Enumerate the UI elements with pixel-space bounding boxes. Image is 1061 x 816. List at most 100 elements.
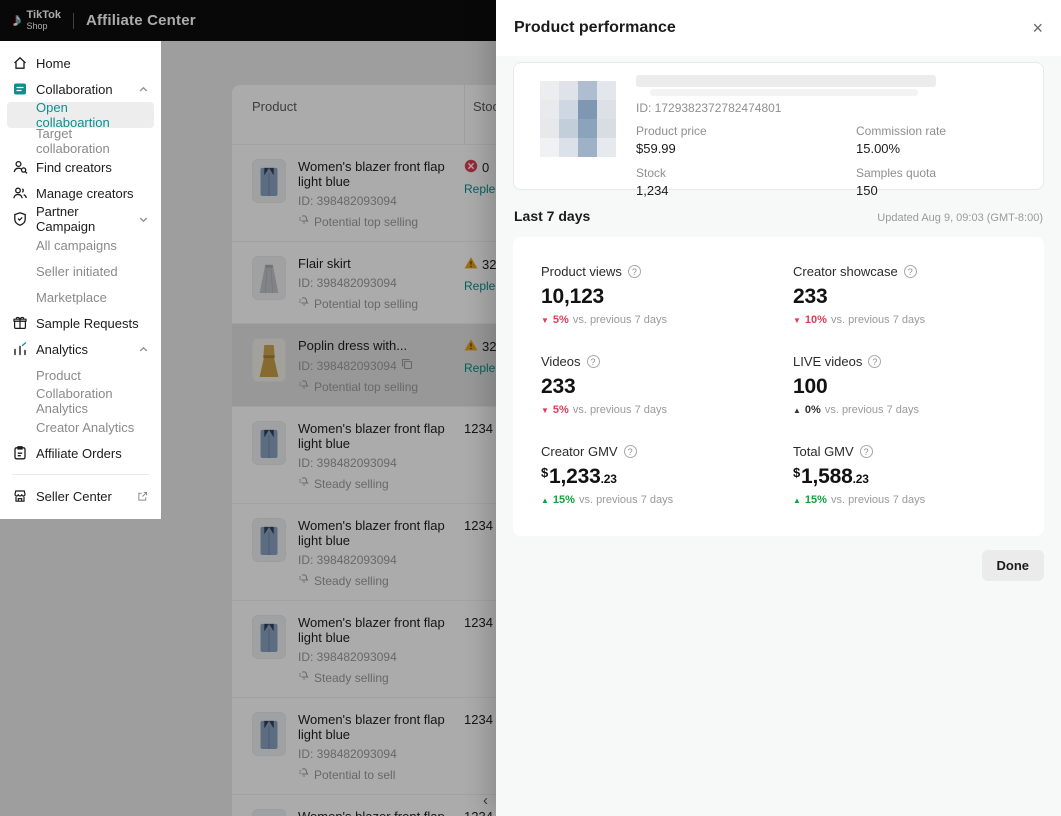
metric-value: 233: [541, 375, 793, 399]
delta-suffix: vs. previous 7 days: [831, 494, 925, 506]
product-image-blurred: [540, 81, 616, 157]
metric-label-row: Videos?: [541, 354, 793, 369]
metric-total-gmv: Total GMV? $1,588.23 ▲ 15% vs. previous 7 da…: [793, 444, 1044, 506]
sidebar-item-collaboration[interactable]: Collaboration: [0, 76, 161, 102]
sidebar-item-manage-creators[interactable]: Manage creators: [0, 180, 161, 206]
collaboration-icon: [12, 81, 28, 97]
sidebar-item-label: Analytics: [36, 342, 88, 357]
metric-label: Videos: [541, 354, 581, 369]
metric-delta: ▼5%vs. previous 7 days: [541, 314, 793, 326]
field-commission-rate: Commission rate 15.00%: [856, 125, 1029, 156]
period-row: Last 7 days Updated Aug 9, 09:03 (GMT-8:…: [514, 208, 1043, 224]
sidebar-item-collaboration-analytics[interactable]: Collaboration Analytics: [0, 388, 161, 414]
app-root: ♪ TikTok Shop Affiliate Center Product S…: [0, 0, 1061, 816]
trend-down-icon: ▼: [541, 316, 549, 325]
delta-value: 5%: [553, 314, 569, 326]
delta-value: 0%: [805, 404, 821, 416]
metric-label-row: LIVE videos?: [793, 354, 1044, 369]
delta-suffix: vs. previous 7 days: [831, 314, 925, 326]
chevron-up-icon[interactable]: [138, 84, 149, 95]
sidebar-item-label: Product: [36, 368, 81, 383]
sidebar-item-affiliate-orders[interactable]: Affiliate Orders: [0, 440, 161, 466]
metric-value: 100: [793, 375, 1044, 399]
orders-icon: [12, 445, 28, 461]
metric-live-videos: LIVE videos? 100 ▲ 0% vs. previous 7 days: [793, 354, 1044, 416]
sidebar-item-label: Find creators: [36, 160, 112, 175]
metric-value: 233: [793, 285, 1044, 309]
help-icon[interactable]: ?: [587, 355, 600, 368]
sidebar-item-label: Creator Analytics: [36, 420, 134, 435]
metric-creator-gmv: Creator GMV?$1,233.23▲15%vs. previous 7 …: [541, 444, 793, 506]
find-icon: [12, 159, 28, 175]
cents: .23: [601, 472, 617, 486]
metric-delta: ▼10%vs. previous 7 days: [793, 314, 1044, 326]
chevron-up-icon[interactable]: [138, 344, 149, 355]
cents: .23: [853, 472, 869, 486]
sidebar-item-open-collaboartion[interactable]: Open collaboartion: [7, 102, 154, 128]
trend-down-icon: ▼: [793, 316, 801, 325]
product-title-skeleton: [636, 75, 936, 87]
product-id: ID: 1729382372782474801: [636, 101, 1029, 115]
metric-label-row: Creator GMV?: [541, 444, 793, 459]
sidebar-item-label: Sample Requests: [36, 316, 139, 331]
trend-up-icon: ▲: [793, 406, 801, 415]
sidebar-item-label: Seller Center: [36, 489, 112, 504]
help-icon[interactable]: ?: [628, 265, 641, 278]
sidebar-item-label: Manage creators: [36, 186, 134, 201]
sidebar-item-label: Target collaboration: [36, 126, 149, 156]
pixelated-product-image: [540, 81, 616, 157]
done-button[interactable]: Done: [982, 550, 1045, 581]
sidebar-item-home[interactable]: Home: [0, 50, 161, 76]
delta-suffix: vs. previous 7 days: [825, 404, 919, 416]
sidebar-item-partner-campaign[interactable]: Partner Campaign: [0, 206, 161, 232]
delta-suffix: vs. previous 7 days: [573, 404, 667, 416]
sidebar-item-marketplace[interactable]: Marketplace: [0, 284, 161, 310]
modal-footer: Done: [513, 550, 1044, 581]
trend-down-icon: ▼: [541, 406, 549, 415]
gift-icon: [12, 315, 28, 331]
store-icon: [12, 488, 28, 504]
trend-up-icon: ▲: [793, 496, 801, 505]
metric-videos: Videos?233▼5%vs. previous 7 days: [541, 354, 793, 416]
metric-label: LIVE videos: [793, 354, 862, 369]
sidebar-item-creator-analytics[interactable]: Creator Analytics: [0, 414, 161, 440]
sidebar-item-label: Seller initiated: [36, 264, 118, 279]
sidebar-item-sample-requests[interactable]: Sample Requests: [0, 310, 161, 336]
product-fields: Product price $59.99 Commission rate 15.…: [636, 125, 1029, 198]
sidebar-item-product[interactable]: Product: [0, 362, 161, 388]
metric-label: Total GMV: [793, 444, 854, 459]
sidebar-item-find-creators[interactable]: Find creators: [0, 154, 161, 180]
sidebar-item-seller-center[interactable]: Seller Center: [0, 483, 161, 509]
updated-timestamp: Updated Aug 9, 09:03 (GMT-8:00): [877, 212, 1043, 224]
trend-up-icon: ▲: [541, 496, 549, 505]
delta-value: 15%: [805, 494, 827, 506]
metrics-card: Product views?10,123▼5%vs. previous 7 da…: [513, 237, 1044, 536]
close-icon[interactable]: ×: [1032, 19, 1043, 37]
chevron-down-icon[interactable]: [138, 214, 149, 225]
help-icon[interactable]: ?: [868, 355, 881, 368]
field-product-price: Product price $59.99: [636, 125, 856, 156]
sidebar-item-target-collaboration[interactable]: Target collaboration: [0, 128, 161, 154]
sidebar-item-seller-initiated[interactable]: Seller initiated: [0, 258, 161, 284]
sidebar-item-label: All campaigns: [36, 238, 117, 253]
help-icon[interactable]: ?: [904, 265, 917, 278]
external-link-icon[interactable]: [136, 490, 149, 503]
sidebar-item-all-campaigns[interactable]: All campaigns: [0, 232, 161, 258]
sidebar-item-label: Affiliate Orders: [36, 446, 122, 461]
currency-symbol: $: [541, 465, 548, 480]
product-info-card: ID: 1729382372782474801 Product price $5…: [513, 62, 1044, 190]
background-page: ♪ TikTok Shop Affiliate Center Product S…: [0, 0, 496, 816]
metric-creator-showcase: Creator showcase?233▼10%vs. previous 7 d…: [793, 264, 1044, 326]
analytics-icon: [12, 341, 28, 357]
help-icon[interactable]: ?: [624, 445, 637, 458]
metric-product-views: Product views?10,123▼5%vs. previous 7 da…: [541, 264, 793, 326]
sidebar-item-analytics[interactable]: Analytics: [0, 336, 161, 362]
metric-label-row: Product views?: [541, 264, 793, 279]
product-performance-modal: Product performance × ID: 17293823727824…: [496, 0, 1061, 816]
metric-value: $1,588.23: [793, 465, 1044, 489]
currency-symbol: $: [793, 465, 800, 480]
help-icon[interactable]: ?: [860, 445, 873, 458]
metric-delta: ▲ 0% vs. previous 7 days: [793, 404, 1044, 416]
sidebar-item-label: Marketplace: [36, 290, 107, 305]
modal-title: Product performance: [514, 19, 676, 37]
